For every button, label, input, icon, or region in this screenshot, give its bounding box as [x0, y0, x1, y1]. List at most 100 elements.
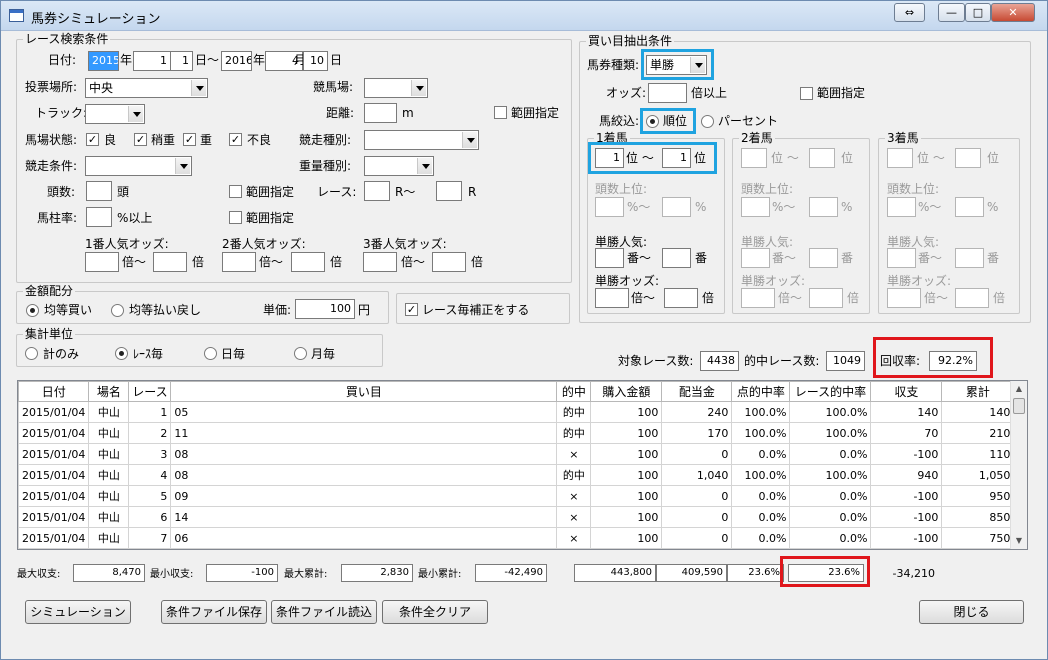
racecourse-select[interactable] [364, 78, 428, 98]
third-pct-from-input[interactable] [887, 197, 916, 217]
second-win-odds-from-input[interactable] [741, 288, 775, 308]
fav2-odds-from-input[interactable] [222, 252, 256, 272]
close-window-button[interactable]: ✕ [991, 3, 1035, 22]
year-unit-label: 年 [120, 53, 133, 67]
results-table[interactable]: 日付 場名 レース 買い目 的中 購入金額 配当金 点的中率 レース的中率 収支… [17, 380, 1028, 550]
fav2-odds-label: 2番人気オッズ: [222, 237, 306, 251]
restore-arrows-button[interactable]: ⇔ [894, 3, 925, 22]
to-day-input[interactable]: 10 [303, 51, 328, 71]
second-pct-from-input[interactable] [741, 197, 770, 217]
agg-total-radio[interactable] [25, 347, 38, 360]
fav1-odds-to-input[interactable] [153, 252, 187, 272]
agg-day-radio[interactable] [204, 347, 217, 360]
col-purchase-header[interactable]: 購入金額 [590, 381, 663, 402]
col-selection-header[interactable]: 買い目 [170, 381, 558, 402]
buy-odds-input[interactable] [648, 83, 687, 103]
first-pop-to-input[interactable] [662, 248, 691, 268]
minimize-button[interactable]: — [938, 3, 965, 22]
clear-conditions-button[interactable]: 条件全クリア [382, 600, 488, 624]
col-point-hit-rate-header[interactable]: 点的中率 [731, 381, 791, 402]
equal-payout-radio[interactable] [111, 304, 124, 317]
col-race-header[interactable]: レース [128, 381, 172, 402]
first-win-odds-from-input[interactable] [595, 288, 629, 308]
third-win-odds-from-input[interactable] [887, 288, 921, 308]
col-hit-header[interactable]: 的中 [556, 381, 592, 402]
weight-type-select[interactable] [364, 156, 434, 176]
col-venue-header[interactable]: 場名 [88, 381, 130, 402]
second-win-odds-to-input[interactable] [809, 288, 843, 308]
fav2-odds-to-input[interactable] [291, 252, 325, 272]
to-year-input[interactable]: 2016 [221, 51, 252, 71]
table-row[interactable]: 2015/01/04 中山 4 08 的中 100 1,040 100.0% 100.0% 940… [18, 464, 1015, 486]
from-month-input[interactable]: 1 [133, 51, 171, 71]
third-pop-to-input[interactable] [955, 248, 984, 268]
third-rank-to-input[interactable] [955, 148, 981, 168]
equal-buy-radio[interactable] [26, 304, 39, 317]
agg-race-radio[interactable] [115, 347, 128, 360]
scroll-up-arrow-icon[interactable]: ▲ [1011, 381, 1027, 397]
col-payout-header[interactable]: 配当金 [661, 381, 733, 402]
load-conditions-button[interactable]: 条件ファイル読込 [271, 600, 377, 624]
close-button[interactable]: 閉じる [919, 600, 1024, 624]
venue-select[interactable]: 中央 [85, 78, 208, 98]
second-rank-to-input[interactable] [809, 148, 835, 168]
table-row[interactable]: 2015/01/04 中山 5 09 × 100 0 0.0% 0.0% -100 950 [18, 485, 1015, 507]
col-balance-header[interactable]: 収支 [870, 381, 943, 402]
table-row[interactable]: 2015/01/04 中山 3 08 × 100 0 0.0% 0.0% -100 110 [18, 443, 1015, 465]
condition-slightly-heavy-checkbox[interactable]: ✓ [134, 133, 147, 146]
fav3-odds-from-input[interactable] [363, 252, 397, 272]
heads-input[interactable] [86, 181, 112, 201]
condition-bad-checkbox[interactable]: ✓ [229, 133, 242, 146]
col-race-hit-rate-header[interactable]: レース的中率 [789, 381, 872, 402]
condition-heavy-checkbox[interactable]: ✓ [183, 133, 196, 146]
track-select[interactable] [85, 104, 145, 124]
distance-range-checkbox[interactable] [494, 106, 507, 119]
post-rate-range-checkbox[interactable] [229, 211, 242, 224]
table-cell: 中山 [88, 464, 130, 486]
table-row[interactable]: 2015/01/04中山8 [18, 548, 1015, 549]
save-conditions-button[interactable]: 条件ファイル保存 [161, 600, 267, 624]
second-pop-to-input[interactable] [809, 248, 838, 268]
table-row[interactable]: 2015/01/04 中山 2 11 的中 100 170 100.0% 100.0% 70 210 [18, 422, 1015, 444]
first-pop-from-input[interactable] [595, 248, 624, 268]
table-vertical-scrollbar[interactable]: ▲ ▼ [1010, 381, 1027, 549]
from-day-input[interactable]: 1 [170, 51, 193, 71]
fav1-odds-from-input[interactable] [85, 252, 119, 272]
third-pct-to-input[interactable] [955, 197, 984, 217]
race-type-select[interactable] [364, 130, 479, 150]
fav3-odds-to-input[interactable] [432, 252, 466, 272]
scroll-thumb[interactable] [1013, 398, 1025, 414]
col-date-header[interactable]: 日付 [18, 381, 90, 402]
race-to-input[interactable] [436, 181, 462, 201]
second-pop-from-input[interactable] [741, 248, 770, 268]
buy-odds-range-checkbox[interactable] [800, 87, 813, 100]
second-rank-from-input[interactable] [741, 148, 767, 168]
distance-input[interactable] [364, 103, 397, 123]
condition-good-checkbox[interactable]: ✓ [86, 133, 99, 146]
agg-month-radio[interactable] [294, 347, 307, 360]
from-year-input[interactable]: 2015 [88, 51, 119, 71]
race-condition-select[interactable] [85, 156, 192, 176]
race-from-input[interactable] [364, 181, 390, 201]
third-rank-from-input[interactable] [887, 148, 913, 168]
fav3-odds-to-unit: 倍 [471, 255, 484, 269]
table-row[interactable]: 2015/01/04 中山 7 06 × 100 0 0.0% 0.0% -100 750 [18, 527, 1015, 549]
simulate-button[interactable]: シミュレーション [25, 600, 131, 624]
narrow-percent-radio[interactable] [701, 115, 714, 128]
third-win-odds-to-input[interactable] [955, 288, 989, 308]
second-pct-to-input[interactable] [809, 197, 838, 217]
table-row[interactable]: 2015/01/04 中山 6 14 × 100 0 0.0% 0.0% -100 850 [18, 506, 1015, 528]
first-pct-from-input[interactable] [595, 197, 624, 217]
race-correction-checkbox[interactable]: ✓ [405, 303, 418, 316]
scroll-down-arrow-icon[interactable]: ▼ [1011, 533, 1027, 549]
maximize-button[interactable]: □ [965, 3, 991, 22]
third-pop-from-input[interactable] [887, 248, 916, 268]
unit-price-input[interactable]: 100 [295, 299, 355, 319]
first-win-odds-to-input[interactable] [664, 288, 698, 308]
chevron-down-icon [175, 158, 190, 174]
col-cumulative-header[interactable]: 累計 [941, 381, 1015, 402]
post-rate-input[interactable] [86, 207, 112, 227]
heads-range-checkbox[interactable] [229, 185, 242, 198]
table-row[interactable]: 2015/01/04 中山 1 05 的中 100 240 100.0% 100.0% 140 14… [18, 401, 1015, 423]
first-pct-to-input[interactable] [662, 197, 691, 217]
